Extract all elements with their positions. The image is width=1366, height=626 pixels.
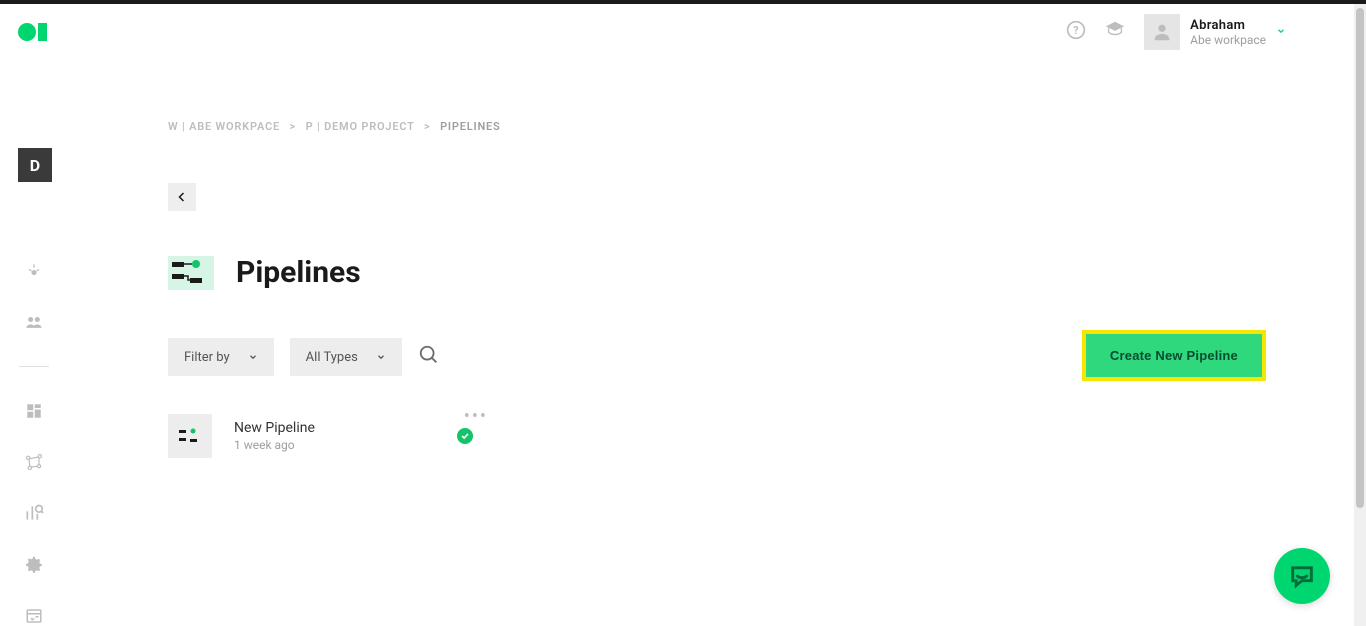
svg-text:?: ? bbox=[1073, 24, 1078, 37]
more-options-icon[interactable]: ••• bbox=[464, 406, 488, 427]
user-workspace-label: Abe workpace bbox=[1190, 33, 1266, 47]
search-icon[interactable] bbox=[418, 344, 440, 370]
back-button[interactable] bbox=[168, 183, 196, 211]
pipeline-list-item[interactable]: New Pipeline 1 week ago ••• bbox=[168, 414, 488, 458]
nav-settings-icon[interactable] bbox=[22, 554, 46, 575]
create-button-highlight: Create New Pipeline bbox=[1082, 330, 1266, 381]
logo-bar bbox=[38, 23, 47, 41]
app-logo[interactable] bbox=[18, 23, 47, 41]
support-chat-button[interactable] bbox=[1274, 548, 1330, 604]
nav-network-icon[interactable] bbox=[22, 452, 46, 473]
main-layout: W | ABE WORKPACE > P | DEMO PROJECT > PI… bbox=[0, 60, 1366, 626]
sidebar-project-badge[interactable]: D bbox=[18, 148, 52, 182]
academy-icon[interactable] bbox=[1104, 19, 1126, 45]
user-menu[interactable]: Abraham Abe workpace bbox=[1144, 14, 1286, 50]
pipelines-icon bbox=[168, 256, 214, 290]
chevron-left-icon bbox=[176, 191, 188, 203]
sidebar bbox=[0, 60, 68, 626]
main-content: W | ABE WORKPACE > P | DEMO PROJECT > PI… bbox=[68, 60, 1366, 626]
sidebar-project-letter: D bbox=[30, 156, 40, 175]
create-new-pipeline-button[interactable]: Create New Pipeline bbox=[1086, 334, 1262, 377]
user-name-label: Abraham bbox=[1190, 18, 1266, 33]
status-success-icon bbox=[457, 428, 473, 444]
nav-collaborators-icon[interactable] bbox=[22, 311, 46, 332]
breadcrumb: W | ABE WORKPACE > P | DEMO PROJECT > PI… bbox=[168, 120, 1266, 133]
pipeline-item-time: 1 week ago bbox=[234, 438, 315, 452]
types-dropdown[interactable]: All Types bbox=[290, 338, 402, 376]
page-title-row: Pipelines bbox=[168, 255, 1266, 290]
pipeline-item-texts: New Pipeline 1 week ago bbox=[234, 420, 315, 452]
page-title: Pipelines bbox=[236, 255, 361, 290]
vertical-scrollbar[interactable] bbox=[1354, 4, 1366, 626]
nav-overview-icon[interactable] bbox=[22, 260, 46, 281]
logo-circle bbox=[18, 23, 36, 41]
breadcrumb-project[interactable]: P | DEMO PROJECT bbox=[306, 120, 415, 133]
help-icon[interactable]: ? bbox=[1066, 20, 1086, 44]
breadcrumb-workspace[interactable]: W | ABE WORKPACE bbox=[168, 120, 280, 133]
app-header: ? Abraham Abe workpace bbox=[0, 4, 1366, 60]
filter-by-label: Filter by bbox=[184, 350, 230, 365]
avatar-icon bbox=[1144, 14, 1180, 50]
nav-dashboard-icon[interactable] bbox=[22, 401, 46, 422]
chevron-down-icon bbox=[1276, 25, 1286, 39]
nav-environments-icon[interactable] bbox=[22, 605, 46, 626]
header-right-group: ? Abraham Abe workpace bbox=[1066, 14, 1286, 50]
breadcrumb-sep-1: > bbox=[290, 120, 297, 133]
pipeline-item-icon bbox=[168, 414, 212, 458]
pipeline-item-name: New Pipeline bbox=[234, 420, 315, 436]
chevron-down-icon bbox=[248, 352, 258, 362]
sidebar-divider bbox=[19, 366, 49, 367]
user-text-block: Abraham Abe workpace bbox=[1190, 18, 1266, 47]
chevron-down-icon bbox=[376, 352, 386, 362]
breadcrumb-sep-2: > bbox=[424, 120, 431, 133]
types-label: All Types bbox=[306, 350, 358, 365]
breadcrumb-current: PIPELINES bbox=[440, 120, 501, 133]
nav-analytics-icon[interactable] bbox=[22, 503, 46, 524]
filter-by-dropdown[interactable]: Filter by bbox=[168, 338, 274, 376]
scrollbar-thumb[interactable] bbox=[1356, 8, 1364, 508]
